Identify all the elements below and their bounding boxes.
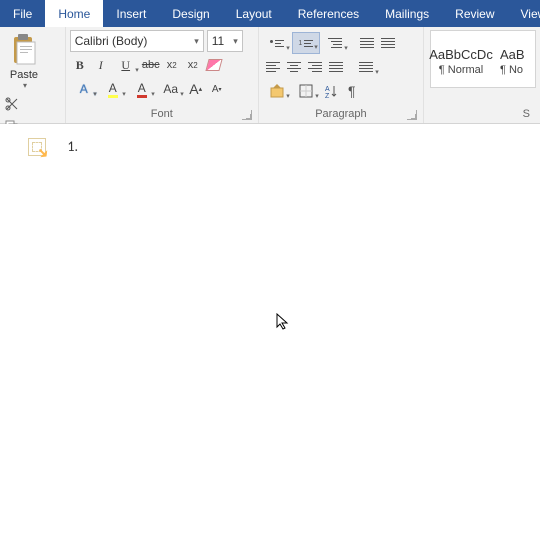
tab-review[interactable]: Review (442, 0, 507, 27)
chevron-down-icon: ▾ (233, 36, 238, 47)
tab-references[interactable]: References (285, 0, 372, 27)
chevron-down-icon: ▾ (23, 81, 27, 90)
chevron-down-icon: ▾ (194, 36, 199, 47)
sort-button[interactable]: AZ (321, 80, 341, 102)
style-sample: AaB (500, 47, 525, 62)
group-styles: AaBbCcDc ¶ Normal AaB ¶ No S (424, 27, 540, 123)
subscript-button[interactable]: x2 (162, 54, 182, 76)
bold-button[interactable]: B (70, 54, 90, 76)
group-label-font: Font (70, 106, 254, 123)
svg-text:Z: Z (325, 93, 330, 98)
show-hide-button[interactable]: ¶ (342, 80, 362, 102)
font-name-value: Calibri (Body) (75, 34, 148, 48)
style-normal[interactable]: AaBbCcDc ¶ Normal (431, 35, 491, 87)
style-no-spacing[interactable]: AaB ¶ No (495, 35, 529, 87)
clear-formatting-button[interactable] (204, 54, 224, 76)
autoformat-options-icon[interactable] (28, 138, 46, 156)
mouse-cursor-icon (276, 313, 290, 331)
tab-design[interactable]: Design (159, 0, 222, 27)
justify-button[interactable] (326, 56, 346, 78)
tab-insert[interactable]: Insert (103, 0, 159, 27)
paste-label: Paste (10, 69, 38, 81)
group-label-paragraph: Paragraph (263, 106, 419, 123)
align-center-button[interactable] (284, 56, 304, 78)
highlight-button[interactable]: A▾ (99, 78, 127, 100)
paste-icon (10, 34, 38, 66)
group-paragraph: ▾ 1▾ ▾ ▾ ▾ ▾ AZ ¶ Par (259, 27, 424, 123)
cut-button[interactable] (4, 96, 22, 114)
svg-text:A: A (325, 86, 330, 93)
list-item-marker: 1. (67, 138, 78, 155)
document-area[interactable]: 1. (0, 124, 540, 560)
increase-indent-button[interactable] (378, 32, 398, 54)
font-size-value: 11 (212, 34, 224, 48)
style-sample: AaBbCcDc (429, 47, 493, 62)
line-spacing-button[interactable]: ▾ (352, 56, 380, 78)
text-effects-button[interactable]: A▾ (70, 78, 98, 100)
strikethrough-button[interactable]: abc (141, 54, 161, 76)
multilevel-list-button[interactable]: ▾ (321, 32, 349, 54)
underline-button[interactable]: U▾ (112, 54, 140, 76)
font-name-combo[interactable]: Calibri (Body) ▾ (70, 30, 204, 52)
ribbon: Paste ▾ Clipboard (0, 27, 540, 124)
tab-mailings[interactable]: Mailings (372, 0, 442, 27)
style-name: ¶ No (500, 64, 523, 76)
group-label-styles: S (430, 106, 536, 123)
style-name: ¶ Normal (439, 64, 483, 76)
tab-layout[interactable]: Layout (223, 0, 285, 27)
shading-button[interactable]: ▾ (263, 80, 291, 102)
dialog-launcher-icon[interactable] (242, 110, 252, 120)
change-case-button[interactable]: Aa▾ (157, 78, 185, 100)
bullets-button[interactable]: ▾ (263, 32, 291, 54)
dialog-launcher-icon[interactable] (407, 110, 417, 120)
font-color-button[interactable]: A▾ (128, 78, 156, 100)
superscript-button[interactable]: x2 (183, 54, 203, 76)
align-left-button[interactable] (263, 56, 283, 78)
align-right-button[interactable] (305, 56, 325, 78)
tab-view[interactable]: View (508, 0, 540, 27)
tab-file[interactable]: File (0, 0, 45, 27)
eraser-icon (205, 59, 222, 71)
shrink-font-button[interactable]: A▾ (207, 78, 227, 100)
tab-home[interactable]: Home (45, 0, 103, 27)
numbering-button[interactable]: 1▾ (292, 32, 320, 54)
group-font: Calibri (Body) ▾ 11 ▾ B I U▾ abc x2 x2 A… (66, 27, 259, 123)
italic-button[interactable]: I (91, 54, 111, 76)
paste-button[interactable]: Paste ▾ (4, 30, 44, 90)
decrease-indent-button[interactable] (357, 32, 377, 54)
group-clipboard: Paste ▾ Clipboard (0, 27, 66, 123)
ribbon-tab-bar: File Home Insert Design Layout Reference… (0, 0, 540, 27)
font-size-combo[interactable]: 11 ▾ (207, 30, 243, 52)
grow-font-button[interactable]: A▴ (186, 78, 206, 100)
borders-button[interactable]: ▾ (292, 80, 320, 102)
